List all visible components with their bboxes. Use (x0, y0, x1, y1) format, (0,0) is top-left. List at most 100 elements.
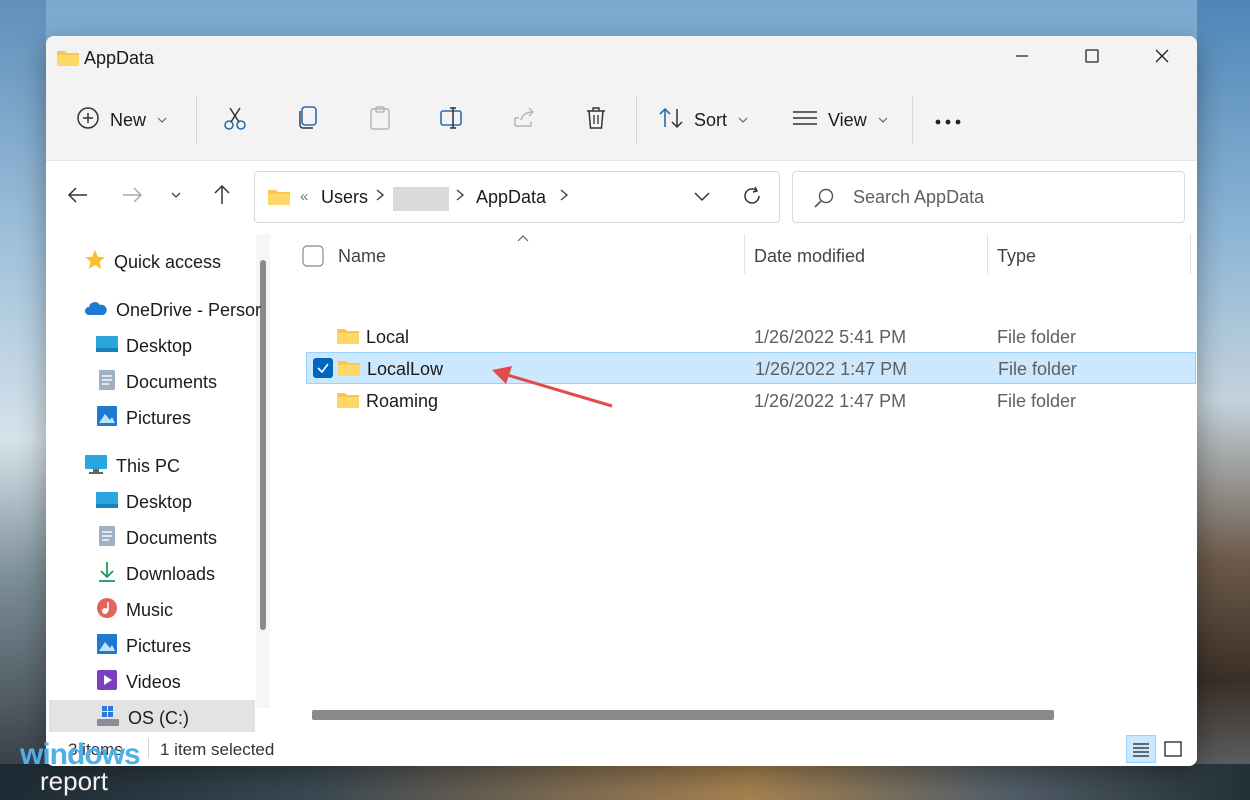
breadcrumb-appdata[interactable]: AppData (476, 187, 546, 208)
sidebar-item-label: Downloads (126, 563, 216, 584)
arrow-left-icon (67, 186, 89, 209)
file-type: File folder (997, 327, 1077, 347)
list-view-icon (792, 108, 818, 133)
folder-icon (56, 48, 80, 73)
forward-button[interactable] (114, 179, 150, 215)
watermark-line1: windows (20, 737, 141, 771)
sidebar-item-label: Documents (126, 371, 218, 392)
sidebar-item-this-pc[interactable]: This PC (84, 450, 180, 482)
sidebar-item-label: Pictures (126, 407, 192, 428)
sort-label: Sort (694, 109, 728, 130)
file-type: File folder (998, 359, 1078, 379)
sidebar-item-label: Videos (126, 671, 181, 692)
breadcrumb-username-redacted[interactable] (393, 187, 449, 211)
chevron-down-icon (156, 110, 168, 131)
column-header-date-modified[interactable]: Date modified (754, 234, 865, 278)
sidebar-item-videos[interactable]: Videos (96, 666, 181, 698)
recent-locations-button[interactable] (158, 179, 194, 215)
delete-button[interactable] (584, 98, 608, 142)
music-icon (96, 597, 118, 624)
column-divider[interactable] (987, 234, 988, 274)
chevron-down-icon (170, 188, 182, 206)
chevron-right-icon[interactable] (375, 186, 385, 207)
sidebar-item-label: Documents (126, 527, 218, 548)
sidebar-item-label: OS (C:) (128, 707, 189, 728)
column-divider[interactable] (1190, 234, 1191, 274)
selection-count: 1 item selected (160, 740, 275, 759)
paste-button[interactable] (368, 98, 392, 142)
refresh-button[interactable] (741, 185, 763, 212)
document-icon (96, 525, 118, 552)
breadcrumb-users[interactable]: Users (321, 187, 368, 208)
picture-icon (96, 633, 118, 660)
search-box[interactable]: Search AppData (792, 171, 1185, 223)
details-view-icon (1133, 743, 1149, 757)
folder-icon (336, 326, 360, 351)
chevron-right-icon[interactable] (455, 186, 465, 207)
file-date: 1/26/2022 1:47 PM (754, 391, 907, 411)
minimize-button[interactable] (987, 36, 1057, 80)
column-header-type[interactable]: Type (997, 234, 1036, 278)
address-bar[interactable]: « Users AppData (254, 171, 780, 223)
sidebar-item-desktop[interactable]: Desktop (96, 330, 192, 362)
share-button[interactable] (512, 98, 536, 142)
sidebar-item-desktop[interactable]: Desktop (96, 486, 192, 518)
drive-icon (96, 705, 120, 732)
window-title: AppData (84, 48, 155, 68)
sidebar-item-label: Quick access (114, 251, 222, 272)
details-view-button[interactable] (1126, 735, 1156, 763)
large-icons-view-button[interactable] (1158, 735, 1188, 763)
back-button[interactable] (60, 179, 96, 215)
maximize-button[interactable] (1057, 36, 1127, 80)
sidebar-item-documents[interactable]: Documents (96, 366, 217, 398)
table-row[interactable]: LocalLow 1/26/2022 1:47 PM File folder (306, 352, 1196, 384)
search-input[interactable]: Search AppData (853, 187, 984, 208)
column-divider[interactable] (744, 234, 745, 274)
sidebar-item-label: This PC (116, 455, 181, 476)
arrow-up-icon (213, 184, 231, 211)
select-all-checkbox[interactable] (302, 234, 324, 278)
more-options-button[interactable] (934, 98, 962, 142)
breadcrumb-overflow[interactable]: « (300, 188, 308, 205)
document-icon (96, 369, 118, 396)
cut-button[interactable] (222, 98, 248, 142)
new-button[interactable]: New (76, 98, 168, 142)
column-header-name[interactable]: Name (338, 234, 386, 278)
close-button[interactable] (1127, 36, 1197, 80)
copy-icon (296, 105, 320, 136)
address-history-button[interactable] (693, 189, 711, 207)
minimize-icon (1014, 48, 1030, 69)
row-checkbox[interactable] (313, 358, 333, 383)
sort-button[interactable]: Sort (658, 98, 749, 142)
table-row[interactable]: Roaming 1/26/2022 1:47 PM File folder (306, 385, 1196, 417)
navigation-pane: Quick access OneDrive - Persor Desktop D… (46, 234, 286, 736)
sidebar-item-quick-access[interactable]: Quick access (84, 246, 221, 278)
toolbar-divider (196, 96, 197, 144)
rename-icon (439, 106, 465, 135)
sidebar-item-pictures[interactable]: Pictures (96, 630, 191, 662)
table-row[interactable]: Local 1/26/2022 5:41 PM File folder (306, 321, 1196, 353)
status-bar: 3 items 1 item selected (46, 732, 1197, 766)
rename-button[interactable] (439, 98, 465, 142)
sidebar-item-pictures[interactable]: Pictures (96, 402, 191, 434)
star-icon (84, 249, 106, 276)
up-button[interactable] (204, 179, 240, 215)
cloud-icon (84, 300, 108, 321)
view-button[interactable]: View (792, 98, 889, 142)
sidebar-item-onedrive[interactable]: OneDrive - Persor (84, 294, 261, 326)
chevron-down-icon (737, 110, 749, 131)
search-icon (813, 187, 835, 214)
sidebar-item-music[interactable]: Music (96, 594, 173, 626)
sidebar-item-os-drive[interactable]: OS (C:) (96, 702, 189, 734)
chevron-down-icon (694, 192, 710, 202)
watermark-logo: windows report (20, 737, 141, 795)
sidebar-item-downloads[interactable]: Downloads (96, 558, 215, 590)
chevron-right-icon[interactable] (559, 186, 569, 207)
checkmark-icon (313, 358, 333, 378)
horizontal-scrollbar-thumb[interactable] (312, 710, 1054, 720)
copy-button[interactable] (296, 98, 320, 142)
share-icon (512, 106, 536, 135)
sidebar-item-documents[interactable]: Documents (96, 522, 217, 554)
sidebar-item-label: Desktop (126, 335, 193, 356)
file-date: 1/26/2022 1:47 PM (755, 359, 908, 379)
